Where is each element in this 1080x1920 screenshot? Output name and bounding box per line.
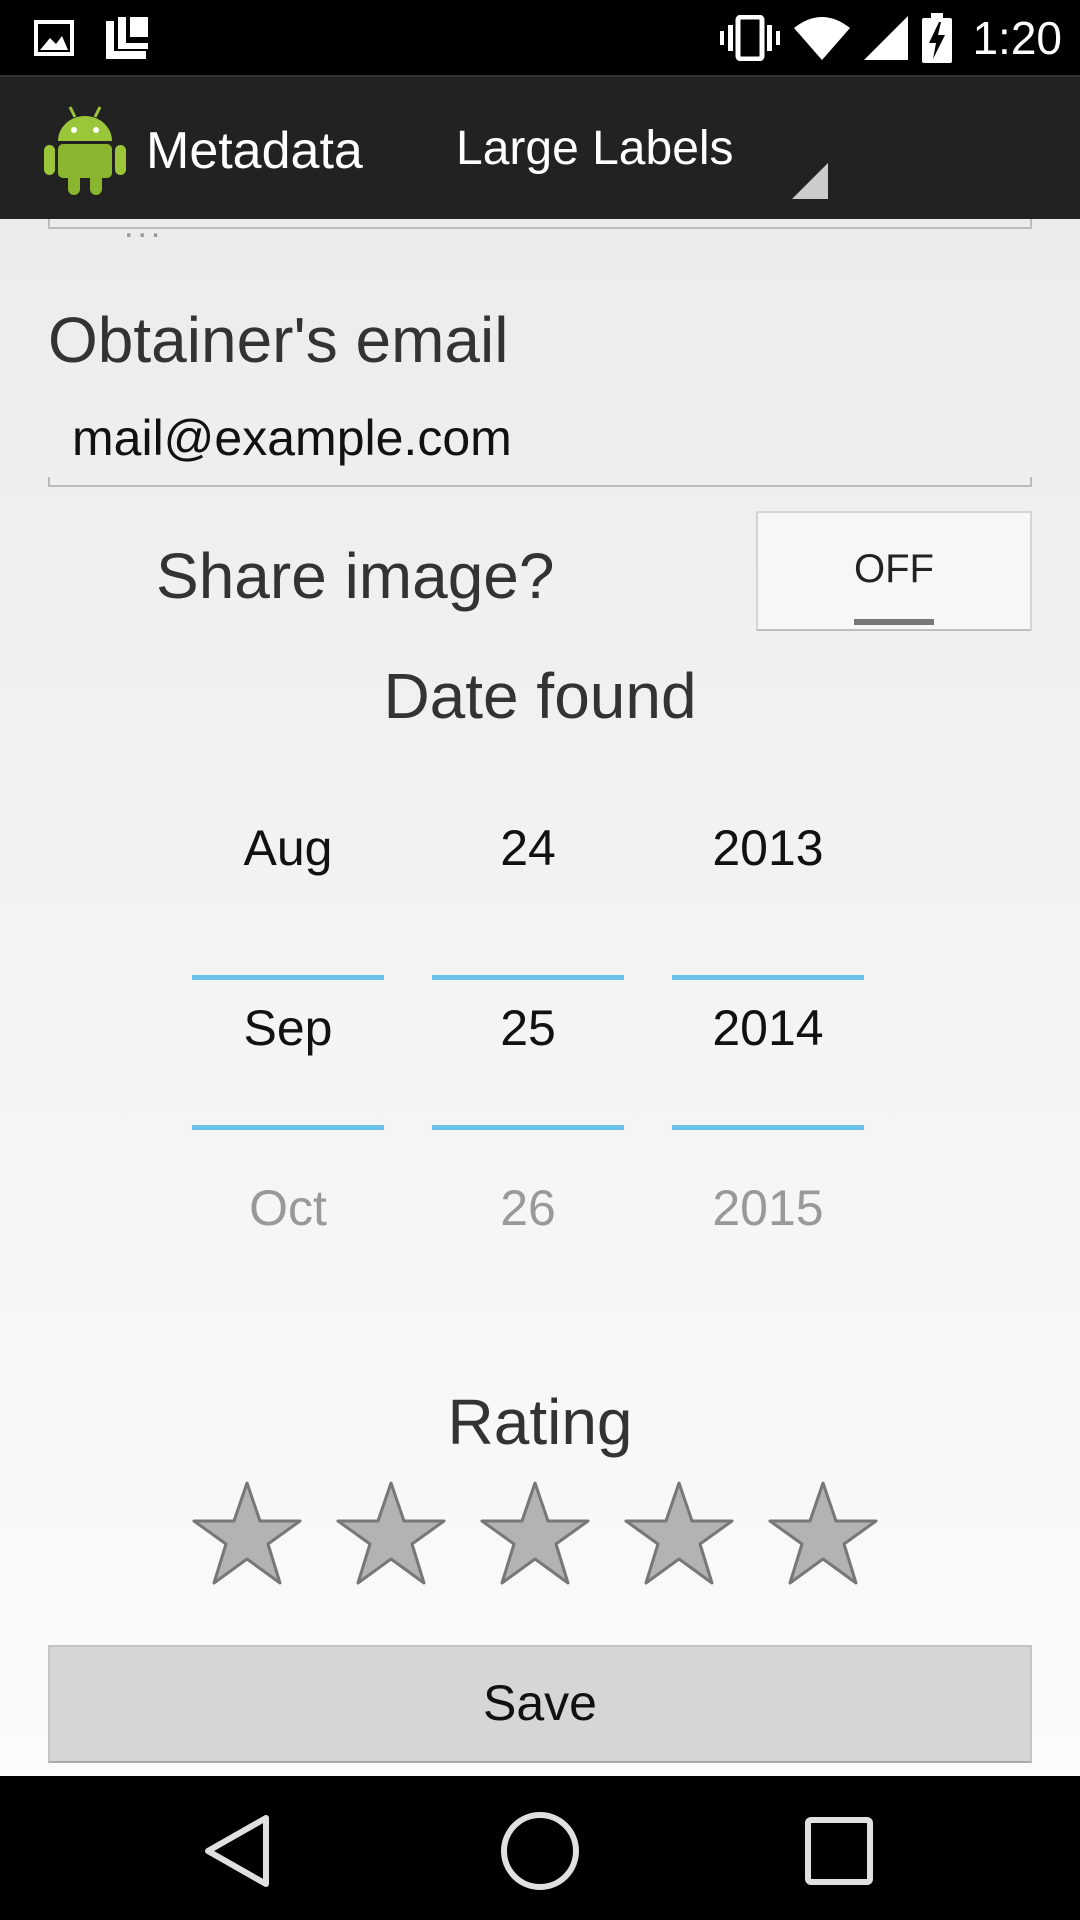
status-bar: 1:20 (0, 0, 1080, 75)
date-label: Date found (383, 660, 697, 732)
share-toggle[interactable]: OFF (756, 511, 1032, 631)
clock: 1:20 (972, 12, 1062, 64)
year-current[interactable]: 2014 (672, 999, 864, 1057)
picker-divider (192, 975, 384, 980)
battery-charging-icon (922, 13, 953, 63)
navigation-bar (0, 1776, 1080, 1920)
share-toggle-state: OFF (854, 547, 934, 591)
rating-bar[interactable] (190, 1479, 880, 1587)
month-prev[interactable]: Aug (192, 819, 384, 877)
image-icon (34, 20, 74, 56)
picker-divider (672, 975, 864, 980)
month-next[interactable]: Oct (192, 1179, 384, 1237)
android-robot-icon[interactable] (44, 103, 126, 195)
star-icon[interactable] (766, 1479, 880, 1587)
toggle-indicator (854, 619, 934, 625)
home-icon[interactable] (480, 1806, 600, 1896)
star-icon[interactable] (190, 1479, 304, 1587)
picker-divider (192, 1125, 384, 1130)
star-icon[interactable] (622, 1479, 736, 1587)
email-field[interactable] (48, 477, 1032, 487)
metadata-form: ... Obtainer's email mail@example.com Sh… (0, 219, 1080, 1776)
year-prev[interactable]: 2013 (672, 819, 864, 877)
recents-icon[interactable] (780, 1806, 900, 1896)
action-bar: Metadata Large Labels (0, 75, 1080, 219)
dropdown-arrow-icon (792, 163, 828, 199)
month-current[interactable]: Sep (192, 999, 384, 1057)
tasks-icon (104, 15, 152, 61)
view-mode-spinner[interactable]: Large Labels (440, 77, 840, 219)
share-label: Share image? (156, 540, 555, 612)
back-icon[interactable] (178, 1806, 298, 1896)
email-field-value[interactable]: mail@example.com (72, 409, 512, 467)
picker-divider (432, 975, 624, 980)
day-prev[interactable]: 24 (432, 819, 624, 877)
day-current[interactable]: 25 (432, 999, 624, 1057)
spinner-selected-value: Large Labels (456, 122, 734, 175)
star-icon[interactable] (334, 1479, 448, 1587)
picker-divider (432, 1125, 624, 1130)
previous-field-value: ... (124, 219, 165, 245)
day-next[interactable]: 26 (432, 1179, 624, 1237)
star-icon[interactable] (478, 1479, 592, 1587)
year-next[interactable]: 2015 (672, 1179, 864, 1237)
app-title: Metadata (146, 122, 363, 180)
save-button[interactable]: Save (48, 1645, 1032, 1763)
picker-divider (672, 1125, 864, 1130)
rating-label: Rating (447, 1386, 633, 1458)
wifi-icon (794, 16, 851, 60)
vibrate-icon (720, 15, 781, 61)
signal-icon (864, 16, 909, 60)
email-label: Obtainer's email (48, 304, 509, 376)
previous-text-field[interactable]: ... (48, 219, 1032, 245)
